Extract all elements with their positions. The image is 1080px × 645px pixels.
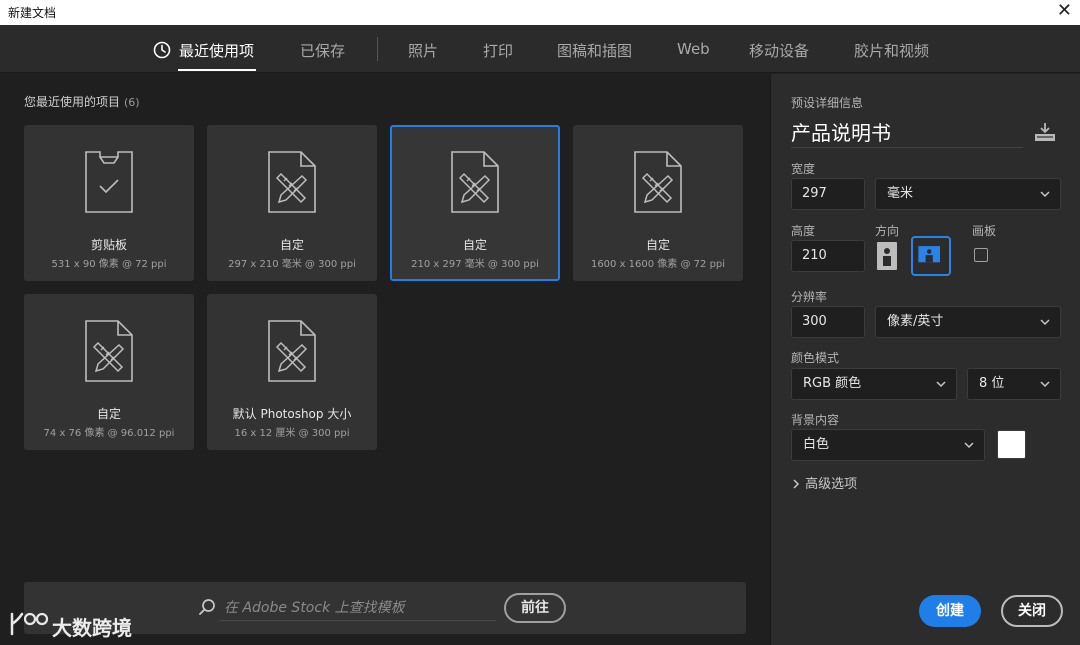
tab-art-illustration[interactable]: 图稿和插图 (557, 40, 632, 61)
clipboard-icon (85, 151, 133, 213)
active-tab-indicator (178, 69, 256, 71)
artboard-checkbox[interactable] (974, 248, 988, 262)
close-button[interactable]: 关闭 (1001, 595, 1063, 627)
close-icon[interactable]: ✕ (1057, 1, 1072, 21)
resolution-input[interactable]: 300 (791, 306, 865, 338)
watermark-text: 大数跨境 (52, 616, 132, 640)
advanced-options-label: 高级选项 (805, 477, 858, 492)
watermark-mark-icon (10, 612, 49, 636)
resolution-unit-select[interactable]: 像素/英寸 (875, 306, 1061, 338)
resolution-label: 分辨率 (791, 290, 828, 304)
tab-mobile[interactable]: 移动设备 (749, 40, 809, 61)
tab-divider (377, 37, 378, 61)
recent-item-custom[interactable]: 自定 74 x 76 像素 @ 96.012 ppi (24, 294, 194, 450)
background-color-swatch[interactable] (997, 430, 1026, 459)
title-bar: 新建文档 ✕ (0, 0, 1080, 25)
clock-icon (153, 41, 171, 59)
stock-search-input[interactable] (220, 595, 496, 621)
tab-print[interactable]: 打印 (483, 40, 513, 61)
height-input[interactable]: 210 (791, 240, 865, 272)
artboard-label: 画板 (972, 224, 997, 238)
recent-item-default-photoshop[interactable]: 默认 Photoshop 大小 16 x 12 厘米 @ 300 ppi (207, 294, 377, 450)
tab-web[interactable]: Web (677, 40, 710, 58)
color-mode-label: 颜色模式 (791, 351, 840, 365)
document-ruler-icon (268, 320, 316, 382)
document-ruler-icon (634, 151, 682, 213)
item-name: 默认 Photoshop 大小 (232, 407, 352, 421)
window-title: 新建文档 (8, 6, 57, 20)
recent-item-custom[interactable]: 自定 1600 x 1600 像素 @ 72 ppi (573, 125, 743, 281)
height-label: 高度 (791, 224, 816, 238)
recent-section-title: 您最近使用的项目 (6) (24, 93, 140, 110)
tab-recent[interactable]: 最近使用项 (179, 40, 254, 61)
search-icon (199, 599, 215, 615)
document-name-field[interactable]: 产品说明书 (791, 118, 1023, 148)
item-desc: 297 x 210 毫米 @ 300 ppi (228, 259, 356, 270)
color-mode-select[interactable]: RGB 颜色 (791, 368, 957, 400)
color-mode-value: RGB 颜色 (803, 376, 862, 391)
landscape-orientation-icon[interactable] (911, 236, 951, 276)
background-select[interactable]: 白色 (791, 429, 985, 461)
document-ruler-icon (451, 151, 499, 213)
watermark-logo: 大数跨境 (8, 610, 148, 640)
save-preset-icon[interactable] (1033, 122, 1057, 142)
recent-count: (6) (124, 96, 140, 109)
background-label: 背景内容 (791, 413, 840, 427)
chevron-right-icon (793, 479, 800, 489)
item-name: 自定 (462, 238, 487, 252)
chevron-down-icon (1040, 319, 1050, 326)
recent-title-text: 您最近使用的项目 (24, 95, 121, 109)
chevron-down-icon (1040, 191, 1050, 198)
chevron-down-icon (964, 442, 974, 449)
tab-photo[interactable]: 照片 (408, 40, 438, 61)
tab-saved[interactable]: 已保存 (300, 40, 345, 61)
item-desc: 531 x 90 像素 @ 72 ppi (51, 259, 167, 270)
stock-go-button[interactable]: 前往 (504, 593, 566, 623)
portrait-orientation-icon[interactable] (876, 241, 898, 271)
item-desc: 210 x 297 毫米 @ 300 ppi (411, 259, 539, 270)
item-desc: 1600 x 1600 像素 @ 72 ppi (590, 259, 726, 270)
background-value: 白色 (803, 437, 830, 452)
document-ruler-icon (268, 151, 316, 213)
preset-header: 预设详细信息 (791, 96, 864, 110)
bit-depth-value: 8 位 (979, 376, 1005, 391)
create-button[interactable]: 创建 (919, 595, 981, 627)
chevron-down-icon (936, 381, 946, 388)
width-unit-select[interactable]: 毫米 (875, 178, 1061, 210)
category-tabs: 最近使用项 已保存 照片 打印 图稿和插图 Web 移动设备 胶片和视频 (0, 25, 1080, 73)
item-name: 自定 (279, 238, 304, 252)
orientation-label: 方向 (875, 224, 900, 238)
width-input[interactable]: 297 (791, 178, 865, 210)
resolution-unit-value: 像素/英寸 (887, 314, 944, 329)
item-name: 自定 (645, 238, 670, 252)
document-ruler-icon (85, 320, 133, 382)
advanced-options-toggle[interactable]: 高级选项 (791, 473, 857, 492)
recent-item-custom-selected[interactable]: 自定 210 x 297 毫米 @ 300 ppi (390, 125, 560, 281)
item-desc: 74 x 76 像素 @ 96.012 ppi (43, 428, 175, 439)
bit-depth-select[interactable]: 8 位 (967, 368, 1061, 400)
tab-film-video[interactable]: 胶片和视频 (854, 40, 929, 61)
recent-item-custom[interactable]: 自定 297 x 210 毫米 @ 300 ppi (207, 125, 377, 281)
preset-details-panel: 预设详细信息 产品说明书 宽度 297 毫米 高度 210 方向 画板 分辨率 … (770, 74, 1080, 645)
recent-items-area: 您最近使用的项目 (6) 剪贴板 531 x 90 像素 @ 72 ppi 自定 … (0, 74, 770, 645)
width-label: 宽度 (791, 162, 816, 176)
item-desc: 16 x 12 厘米 @ 300 ppi (234, 428, 350, 439)
chevron-down-icon (1040, 381, 1050, 388)
item-name: 剪贴板 (90, 238, 127, 252)
width-unit-value: 毫米 (887, 186, 914, 201)
recent-item-clipboard[interactable]: 剪贴板 531 x 90 像素 @ 72 ppi (24, 125, 194, 281)
item-name: 自定 (96, 407, 121, 421)
